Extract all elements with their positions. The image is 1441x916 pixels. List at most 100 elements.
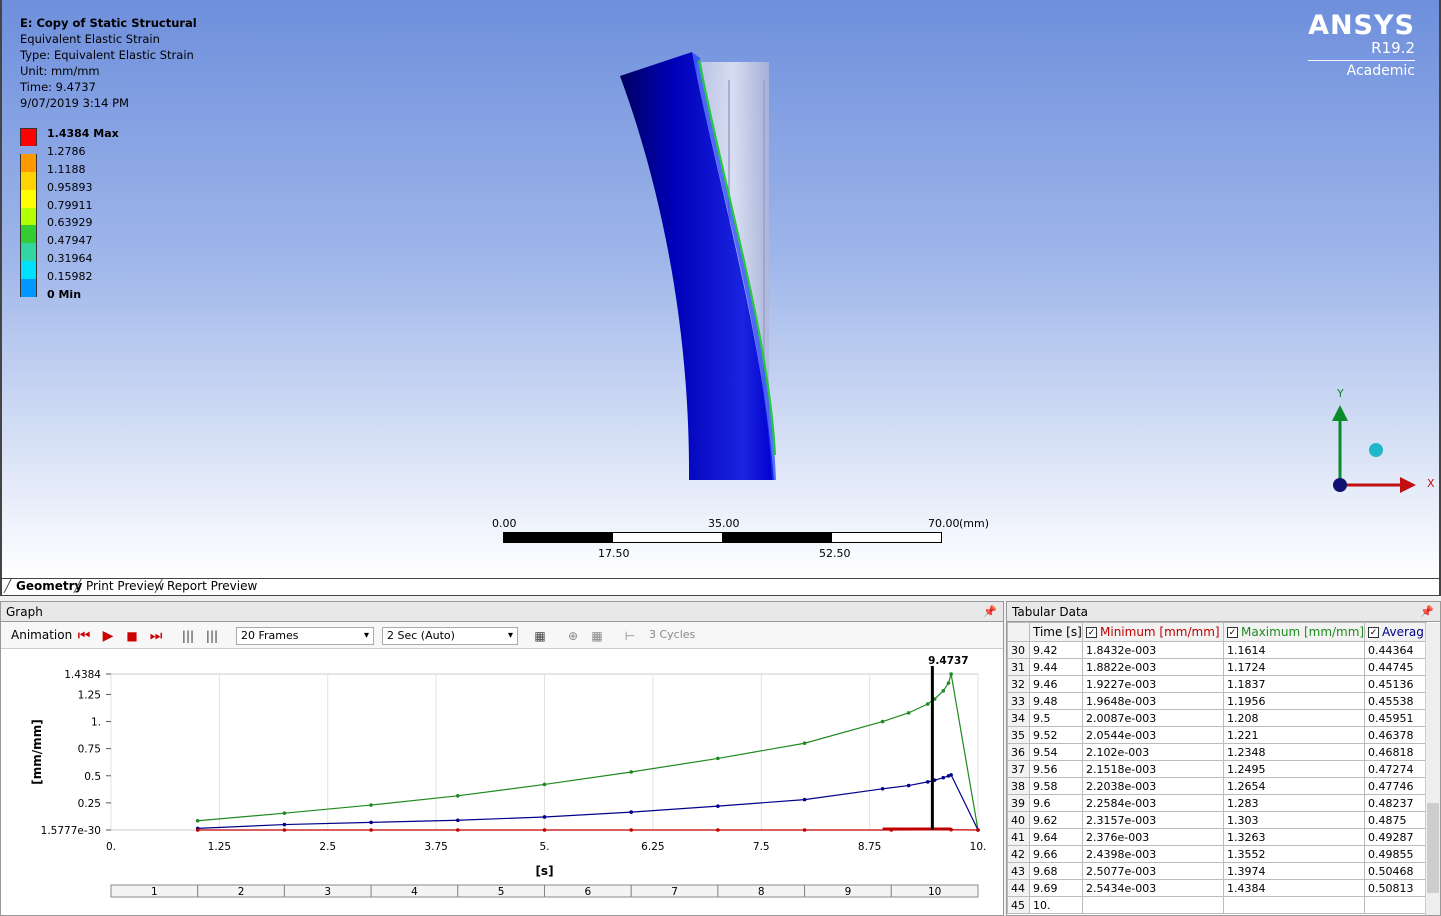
table-row[interactable]: 39 9.6 2.2584e-003 1.283 0.48237 xyxy=(1007,794,1427,812)
cell-maximum xyxy=(1223,896,1365,914)
cell-time: 9.44 xyxy=(1029,658,1083,676)
row-number: 37 xyxy=(1007,760,1030,778)
table-row[interactable]: 40 9.62 2.3157e-003 1.303 0.4875 xyxy=(1007,811,1427,829)
data-point xyxy=(976,828,980,832)
x-tick-label: 10. xyxy=(970,841,987,853)
cell-minimum: 2.102e-003 xyxy=(1082,743,1224,761)
row-number: 34 xyxy=(1007,709,1030,727)
table-row[interactable]: 45 10. xyxy=(1007,896,1427,914)
table-row[interactable]: 36 9.54 2.102e-003 1.2348 0.46818 xyxy=(1007,743,1427,761)
cycle-icon[interactable]: ⊢ xyxy=(621,627,639,645)
x-tick-label: 3.75 xyxy=(424,841,447,853)
scale-bar-frame xyxy=(503,532,942,543)
graph-panel: Graph 📌 Animation ⏮ ▶ ■ ⏭ ||| ||| 20 Fra… xyxy=(0,601,1004,916)
table-row[interactable]: 44 9.69 2.5434e-003 1.4384 0.50813 xyxy=(1007,879,1427,897)
table-scrollbar[interactable] xyxy=(1425,623,1440,915)
table-row[interactable]: 41 9.64 2.376e-003 1.3263 0.49287 xyxy=(1007,828,1427,846)
next-frame-icon[interactable]: ⏭ xyxy=(147,627,165,645)
pin-icon[interactable]: 📌 xyxy=(983,602,997,622)
result-chart[interactable]: 0. 1.25 2.5 3.75 5. 6.25 7.5 8.75 10.1.5777e-300… xyxy=(1,650,1003,916)
scrollbar-thumb[interactable] xyxy=(1427,803,1439,893)
tabular-panel-title: Tabular Data 📌 xyxy=(1007,602,1440,622)
data-point xyxy=(906,783,911,788)
table-row[interactable]: 43 9.68 2.5077e-003 1.3974 0.50468 xyxy=(1007,862,1427,880)
cell-average: 0.45951 xyxy=(1364,709,1427,727)
step-label: 9 xyxy=(845,886,852,898)
x-tick-label: 8.75 xyxy=(858,841,881,853)
tabular-title: Tabular Data xyxy=(1012,605,1089,619)
header-average[interactable]: ✓ Averag xyxy=(1364,622,1427,642)
table-row[interactable]: 32 9.46 1.9227e-003 1.1837 0.45136 xyxy=(1007,675,1427,693)
triad-x-label: X xyxy=(1427,477,1435,490)
previous-frame-icon[interactable]: ⏮ xyxy=(75,627,93,645)
cell-average: 0.45538 xyxy=(1364,692,1427,710)
table-row[interactable]: 37 9.56 2.1518e-003 1.2495 0.47274 xyxy=(1007,760,1427,778)
model-geometry[interactable] xyxy=(2,0,1441,578)
cell-minimum: 2.2038e-003 xyxy=(1082,777,1224,795)
graph-panel-title: Graph 📌 xyxy=(1,602,1003,622)
scale-label-35: 35.00 xyxy=(708,517,740,530)
cell-time: 9.66 xyxy=(1029,845,1083,863)
cell-maximum: 1.2495 xyxy=(1223,760,1365,778)
table-row[interactable]: 35 9.52 2.0544e-003 1.221 0.46378 xyxy=(1007,726,1427,744)
table-row[interactable]: 34 9.5 2.0087e-003 1.208 0.45951 xyxy=(1007,709,1427,727)
table-header-row: Time [s] ✓ Minimum [mm/mm] ✓ Maximum [mm/m… xyxy=(1007,622,1427,642)
header-time-label: Time [s] xyxy=(1033,625,1082,639)
row-number: 44 xyxy=(1007,879,1030,897)
cell-minimum: 1.8432e-003 xyxy=(1082,641,1224,659)
checkbox-maximum[interactable]: ✓ xyxy=(1227,627,1238,638)
y-tick-label: 0.25 xyxy=(78,798,101,810)
cell-maximum: 1.3552 xyxy=(1223,845,1365,863)
checkbox-average[interactable]: ✓ xyxy=(1368,627,1379,638)
data-point xyxy=(802,741,807,746)
pin-icon[interactable]: 📌 xyxy=(1420,602,1434,622)
table-row[interactable]: 31 9.44 1.8822e-003 1.1724 0.44745 xyxy=(1007,658,1427,676)
row-number: 30 xyxy=(1007,641,1030,659)
export-video-icon[interactable]: ▦ xyxy=(531,627,549,645)
step-label: 5 xyxy=(498,886,505,898)
distributed-frames-icon[interactable]: ||| xyxy=(179,627,197,645)
cell-average: 0.49287 xyxy=(1364,828,1427,846)
zoom-icon[interactable]: ⊕ xyxy=(564,627,582,645)
cell-minimum: 1.8822e-003 xyxy=(1082,658,1224,676)
tab-report-preview[interactable]: Report Preview xyxy=(155,579,261,595)
data-point xyxy=(925,702,930,706)
play-icon[interactable]: ▶ xyxy=(99,627,117,645)
table-row[interactable]: 38 9.58 2.2038e-003 1.2654 0.47746 xyxy=(1007,777,1427,795)
speed-select[interactable]: 2 Sec (Auto) xyxy=(382,627,518,645)
header-maximum[interactable]: ✓ Maximum [mm/mm] xyxy=(1223,622,1365,642)
stop-icon[interactable]: ■ xyxy=(123,627,141,645)
row-number: 45 xyxy=(1007,896,1030,914)
x-axis-label: [s] xyxy=(535,864,553,878)
step-label: 2 xyxy=(238,886,245,898)
header-minimum[interactable]: ✓ Minimum [mm/mm] xyxy=(1082,622,1224,642)
grid-icon[interactable]: ▦ xyxy=(588,627,606,645)
header-time[interactable]: Time [s] xyxy=(1029,622,1083,642)
step-label: 8 xyxy=(758,886,765,898)
data-point xyxy=(716,804,720,808)
data-point xyxy=(629,828,633,832)
result-sets-icon[interactable]: ||| xyxy=(203,627,221,645)
cell-time: 9.69 xyxy=(1029,879,1083,897)
row-number: 35 xyxy=(1007,726,1030,744)
view-tabs: Geometry Print Preview Report Preview xyxy=(0,578,1441,596)
tabular-data-panel: Tabular Data 📌 Time [s] ✓ Minimum [mm/mm]… xyxy=(1006,601,1441,916)
data-point xyxy=(282,822,287,827)
data-point xyxy=(542,782,547,787)
x-tick-label: 6.25 xyxy=(641,841,664,853)
checkbox-minimum[interactable]: ✓ xyxy=(1086,627,1097,638)
frames-select[interactable]: 20 Frames xyxy=(236,627,374,645)
table-row[interactable]: 42 9.66 2.4398e-003 1.3552 0.49855 xyxy=(1007,845,1427,863)
x-tick-label: 2.5 xyxy=(319,841,336,853)
row-number: 32 xyxy=(1007,675,1030,693)
cell-maximum: 1.1614 xyxy=(1223,641,1365,659)
cell-average: 0.46818 xyxy=(1364,743,1427,761)
row-number: 41 xyxy=(1007,828,1030,846)
table-row[interactable]: 33 9.48 1.9648e-003 1.1956 0.45538 xyxy=(1007,692,1427,710)
graphics-viewport[interactable]: E: Copy of Static Structural Equivalent … xyxy=(0,0,1441,578)
axis-triad[interactable]: Y X xyxy=(1322,385,1441,505)
table-row[interactable]: 30 9.42 1.8432e-003 1.1614 0.44364 xyxy=(1007,641,1427,659)
data-point xyxy=(195,818,200,823)
x-tick-label: 7.5 xyxy=(753,841,770,853)
cell-average: 0.50468 xyxy=(1364,862,1427,880)
